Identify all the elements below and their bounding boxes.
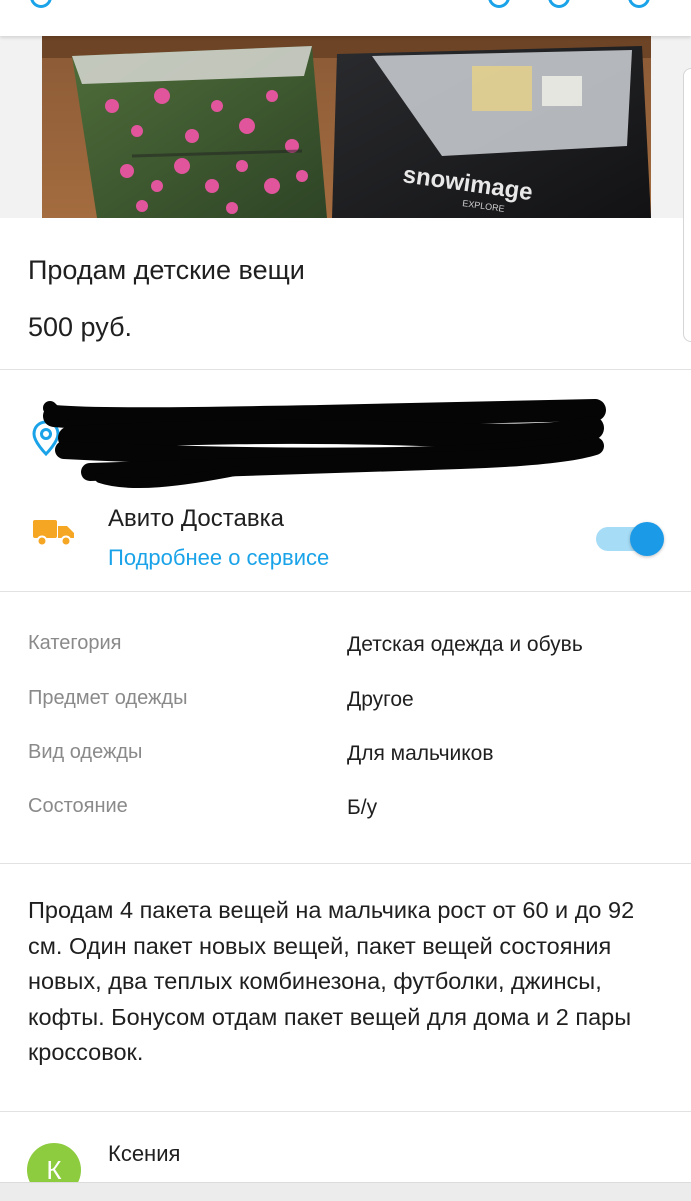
param-row: Категория Детская одежда и обувь (0, 632, 691, 662)
listing-price: 500 руб. (28, 312, 133, 342)
listing-photo[interactable]: snowimage EXPLORE (42, 36, 651, 218)
more-icon[interactable] (628, 0, 650, 8)
param-row: Предмет одежды Другое (0, 687, 691, 717)
listing-description: Продам 4 пакета вещей на мальчика рост о… (28, 897, 635, 1065)
delivery-details-link[interactable]: Подробнее о сервисе (108, 545, 329, 571)
top-app-bar (0, 0, 691, 36)
divider (0, 591, 691, 592)
param-row: Состояние Б/у (0, 795, 691, 825)
divider (0, 1111, 691, 1112)
redaction-scribble (43, 399, 606, 489)
delivery-title: Авито Доставка (108, 505, 284, 532)
photo-gallery[interactable]: snowimage EXPLORE (0, 36, 691, 218)
listing-title: Продам детские вещи (28, 255, 305, 285)
param-value: Детская одежда и обувь (347, 633, 583, 656)
param-value: Для мальчиков (347, 742, 494, 765)
param-label: Состояние (28, 795, 128, 817)
param-label: Вид одежды (28, 741, 143, 763)
share-icon[interactable] (548, 0, 570, 8)
divider (0, 863, 691, 864)
favorite-icon[interactable] (488, 0, 510, 8)
scroll-indicator[interactable] (683, 68, 691, 342)
toggle-knob (630, 522, 664, 556)
param-label: Предмет одежды (28, 687, 188, 709)
param-label: Категория (28, 632, 122, 654)
location-row[interactable]: К д, (0, 370, 691, 490)
delivery-toggle[interactable] (596, 522, 664, 556)
param-row: Вид одежды Для мальчиков (0, 741, 691, 771)
truck-icon (33, 518, 75, 553)
seller-name[interactable]: Ксения (108, 1141, 180, 1167)
param-value: Б/у (347, 796, 378, 819)
param-value: Другое (347, 688, 414, 711)
back-icon[interactable] (30, 0, 52, 8)
bottom-bar (0, 1182, 691, 1201)
